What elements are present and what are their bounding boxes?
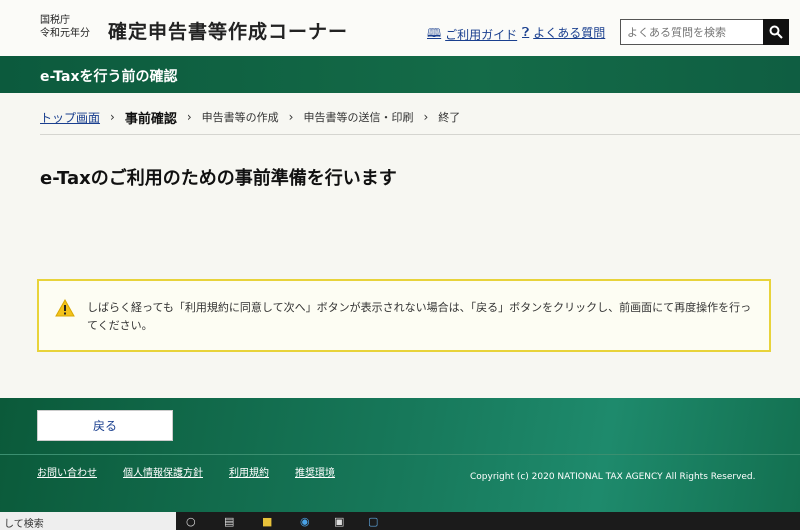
chevron-right-icon: ›: [186, 110, 192, 124]
search-icon: [769, 25, 783, 39]
taskbar-search[interactable]: して検索: [0, 512, 176, 530]
chevron-right-icon: ›: [110, 110, 115, 124]
breadcrumb: トップ画面 › 事前確認 › 申告書等の作成 › 申告書等の送信・印刷 › 終了: [40, 108, 461, 127]
copyright: Copyright (c) 2020 NATIONAL TAX AGENCY A…: [470, 472, 756, 482]
recommended-env-link[interactable]: 推奨環境: [295, 464, 335, 479]
browser-icon[interactable]: ◉: [300, 515, 310, 528]
window-icon[interactable]: ▢: [368, 515, 378, 528]
guide-link-label: ご利用ガイド: [445, 28, 518, 42]
footer: 戻る お問い合わせ 個人情報保護方針 利用規約 推奨環境 Copyright (…: [0, 398, 800, 512]
footer-links: お問い合わせ 個人情報保護方針 利用規約 推奨環境: [37, 464, 335, 479]
breadcrumb-step-send: 申告書等の送信・印刷: [303, 111, 414, 124]
breadcrumb-step-create: 申告書等の作成: [201, 111, 279, 124]
back-button[interactable]: 戻る: [37, 410, 173, 441]
guide-link[interactable]: 🕮 ご利用ガイド: [427, 24, 517, 45]
page-title: e-Taxのご利用のための事前準備を行います: [40, 168, 397, 189]
privacy-policy-link[interactable]: 個人情報保護方針: [123, 464, 203, 479]
breadcrumb-divider: [40, 134, 800, 135]
task-view-icon[interactable]: ▤: [224, 515, 234, 528]
book-icon: 🕮: [427, 26, 442, 40]
breadcrumb-current: 事前確認: [124, 111, 177, 127]
faq-link-label: よくある質問: [533, 26, 606, 40]
search-button[interactable]: [763, 19, 789, 45]
contact-link[interactable]: お問い合わせ: [37, 464, 97, 479]
site-title: 確定申告書等作成コーナー: [108, 21, 349, 43]
footer-divider: [0, 454, 800, 455]
faq-search-input[interactable]: [620, 19, 765, 45]
chevron-right-icon: ›: [423, 110, 429, 124]
search-icon[interactable]: ○: [186, 515, 196, 528]
folder-icon[interactable]: ■: [262, 515, 272, 528]
question-icon: ❓︎: [522, 25, 530, 39]
tax-year: 令和元年分: [40, 28, 90, 39]
agency-name: 国税庁: [40, 15, 70, 26]
section-title: e-Taxを行う前の確認: [40, 69, 178, 85]
faq-link[interactable]: ❓︎ よくある質問: [522, 24, 605, 41]
section-bar: e-Taxを行う前の確認: [0, 56, 800, 93]
breadcrumb-step-end: 終了: [438, 111, 461, 124]
warning-text: しばらく経っても「利用規約に同意して次へ」ボタンが表示されない場合は、「戻る」ボ…: [87, 301, 752, 332]
chevron-right-icon: ›: [288, 110, 294, 124]
breadcrumb-home-link[interactable]: トップ画面: [40, 109, 100, 126]
warning-icon: [55, 299, 75, 317]
terms-link[interactable]: 利用規約: [229, 464, 269, 479]
agency-label: 国税庁 令和元年分: [40, 14, 90, 40]
header: 国税庁 令和元年分 確定申告書等作成コーナー 🕮 ご利用ガイド ❓︎ よくある質…: [0, 0, 800, 56]
app-icon[interactable]: ▣: [334, 515, 344, 528]
warning-box: しばらく経っても「利用規約に同意して次へ」ボタンが表示されない場合は、「戻る」ボ…: [37, 279, 771, 352]
taskbar: して検索 ○ ▤ ■ ◉ ▣ ▢: [0, 512, 800, 530]
